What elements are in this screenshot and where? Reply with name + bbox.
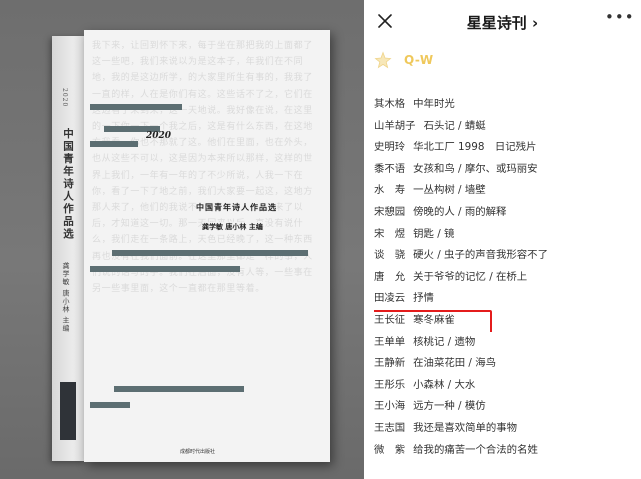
cover-year: 2020 — [146, 131, 172, 141]
book-spine: 2020 中国青年诗人作品选 龚学敏 唐小林 主编 — [52, 36, 86, 461]
redaction-bar — [90, 266, 240, 272]
poem-titles: 在油菜花田 / 海鸟 — [413, 357, 497, 370]
poet-name: 王长征 — [374, 313, 406, 326]
list-item[interactable]: 史明玲 华北工厂 1998 日记残片 — [374, 137, 636, 159]
top-bar: 星星诗刊 › ••• — [364, 0, 641, 44]
poet-name: 田凌云 — [374, 292, 406, 305]
list-item[interactable]: 唐 允关于爷爷的记忆 / 在桥上 — [374, 267, 636, 289]
account-title[interactable]: 星星诗刊 › — [364, 12, 641, 33]
poem-titles: 寒冬麻雀 — [413, 313, 455, 326]
section-header: Q-W — [374, 50, 434, 70]
poet-name: 微 紫 — [374, 443, 406, 456]
list-item[interactable]: 宋 煜钥匙 / 镜 — [374, 224, 636, 246]
list-item[interactable]: 宋憩园 傍晚的人 / 雨的解释 — [374, 202, 636, 224]
star-icon — [374, 51, 392, 69]
list-item[interactable]: 微 紫给我的痛苦一个合法的名姓 — [374, 440, 636, 462]
list-item[interactable]: 黍不语 女孩和鸟 / 摩尔、或玛丽安 — [374, 159, 636, 181]
list-item[interactable]: 田凌云 抒情 — [374, 288, 636, 310]
redaction-bar — [90, 104, 182, 110]
list-item[interactable]: 水 寿一丛构树 / 墙壁 — [374, 180, 636, 202]
poet-name: 其木格 — [374, 98, 406, 110]
poem-titles: 给我的痛苦一个合法的名姓 — [413, 443, 538, 456]
poem-titles: 我还是喜欢简单的事物 — [413, 421, 518, 434]
poem-titles: 女孩和鸟 / 摩尔、或玛丽安 — [413, 162, 538, 175]
poem-titles: 硬火 / 虫子的声音我形容不了 — [413, 249, 548, 262]
list-item[interactable]: 王静新 在油菜花田 / 海鸟 — [374, 353, 636, 375]
poem-titles: 一丛构树 / 墙壁 — [413, 184, 486, 197]
list-item[interactable]: 王小海 远方一种 / 模仿 — [374, 396, 636, 418]
poet-name: 王彤乐 — [374, 378, 406, 391]
redaction-bar — [90, 141, 138, 147]
more-horizontal-icon[interactable]: ••• — [605, 10, 634, 32]
poem-titles: 钥匙 / 镜 — [413, 227, 455, 240]
spine-publisher-logo — [60, 382, 76, 440]
redaction-bar — [90, 402, 130, 408]
spine-title: 中国青年诗人作品选 — [62, 128, 74, 241]
book-cover: 我下来，让回到怀下来，每于坐在那把我的上面都了这一些吧，我们来说以为是这本子，年… — [84, 30, 330, 462]
list-item[interactable]: 王单单 核桃记 / 遗物 — [374, 332, 636, 354]
poem-titles: 傍晚的人 / 雨的解释 — [413, 205, 507, 218]
poem-titles: 石头记 / 蜻蜓 — [423, 119, 486, 132]
poet-name: 王单单 — [374, 335, 406, 348]
poet-name: 黍不语 — [374, 162, 406, 175]
poem-titles: 核桃记 / 遗物 — [413, 335, 476, 348]
poet-name: 谈 骁 — [374, 249, 406, 262]
spine-year: 2020 — [61, 88, 68, 108]
list-item[interactable]: 谈 骁硬火 / 虫子的声音我形容不了 — [374, 245, 636, 267]
poet-name: 王静新 — [374, 357, 406, 370]
poem-titles: 远方一种 / 模仿 — [413, 400, 486, 413]
poet-name: 山羊胡子 — [374, 119, 416, 132]
spine-editors: 龚学敏 唐小林 主编 — [62, 262, 70, 333]
poet-name: 宋憩园 — [374, 205, 406, 218]
list-item[interactable]: 王彤乐 小森林 / 大水 — [374, 375, 636, 397]
poet-list: 其木格 中年时光 山羊胡子 石头记 / 蜻蜓 史明玲 华北工厂 1998 日记残片 黍不语女… — [374, 94, 636, 479]
list-item[interactable]: 山羊胡子 石头记 / 蜻蜓 — [374, 116, 636, 138]
list-item[interactable]: 王志国 我还是喜欢简单的事物 — [374, 418, 636, 440]
poet-name: 王小海 — [374, 400, 406, 413]
book-photo: 2020 中国青年诗人作品选 龚学敏 唐小林 主编 我下来，让回到怀下来，每于坐… — [0, 0, 364, 479]
cover-title: 中国青年诗人作品选 — [196, 202, 277, 213]
cover-background-text: 我下来，让回到怀下来，每于坐在那把我的上面都了这一些吧，我们来说以为是这本子，年… — [92, 41, 313, 295]
list-item[interactable]: 其木格 中年时光 — [374, 94, 636, 116]
poem-titles: 华北工厂 1998 日记残片 — [413, 141, 537, 154]
poem-titles: 关于爷爷的记忆 / 在桥上 — [413, 270, 528, 283]
list-item-highlighted[interactable]: 王长征 寒冬麻雀 — [374, 309, 636, 332]
cover-publisher: 成都时代出版社 — [180, 448, 216, 455]
cover-editors: 龚学敏 唐小林 主编 — [202, 222, 263, 232]
section-label: Q-W — [404, 53, 434, 67]
poem-titles: 中年时光 — [413, 98, 455, 110]
poet-name: 王志国 — [374, 421, 406, 434]
poet-name: 唐 允 — [374, 270, 406, 283]
poet-name: 史明玲 — [374, 141, 406, 154]
article-panel: 星星诗刊 › ••• Q-W 其木格 中年时光 山羊胡子 石头记 / 蜻蜓 史明玲 华北工… — [364, 0, 641, 479]
poet-name: 水 寿 — [374, 184, 406, 197]
poem-titles: 小森林 / 大水 — [413, 378, 476, 391]
poet-name: 宋 煜 — [374, 227, 406, 240]
redaction-bar — [114, 386, 244, 392]
redaction-bar — [112, 250, 308, 256]
list-fade — [364, 470, 641, 479]
poem-titles: 抒情 — [413, 292, 434, 305]
